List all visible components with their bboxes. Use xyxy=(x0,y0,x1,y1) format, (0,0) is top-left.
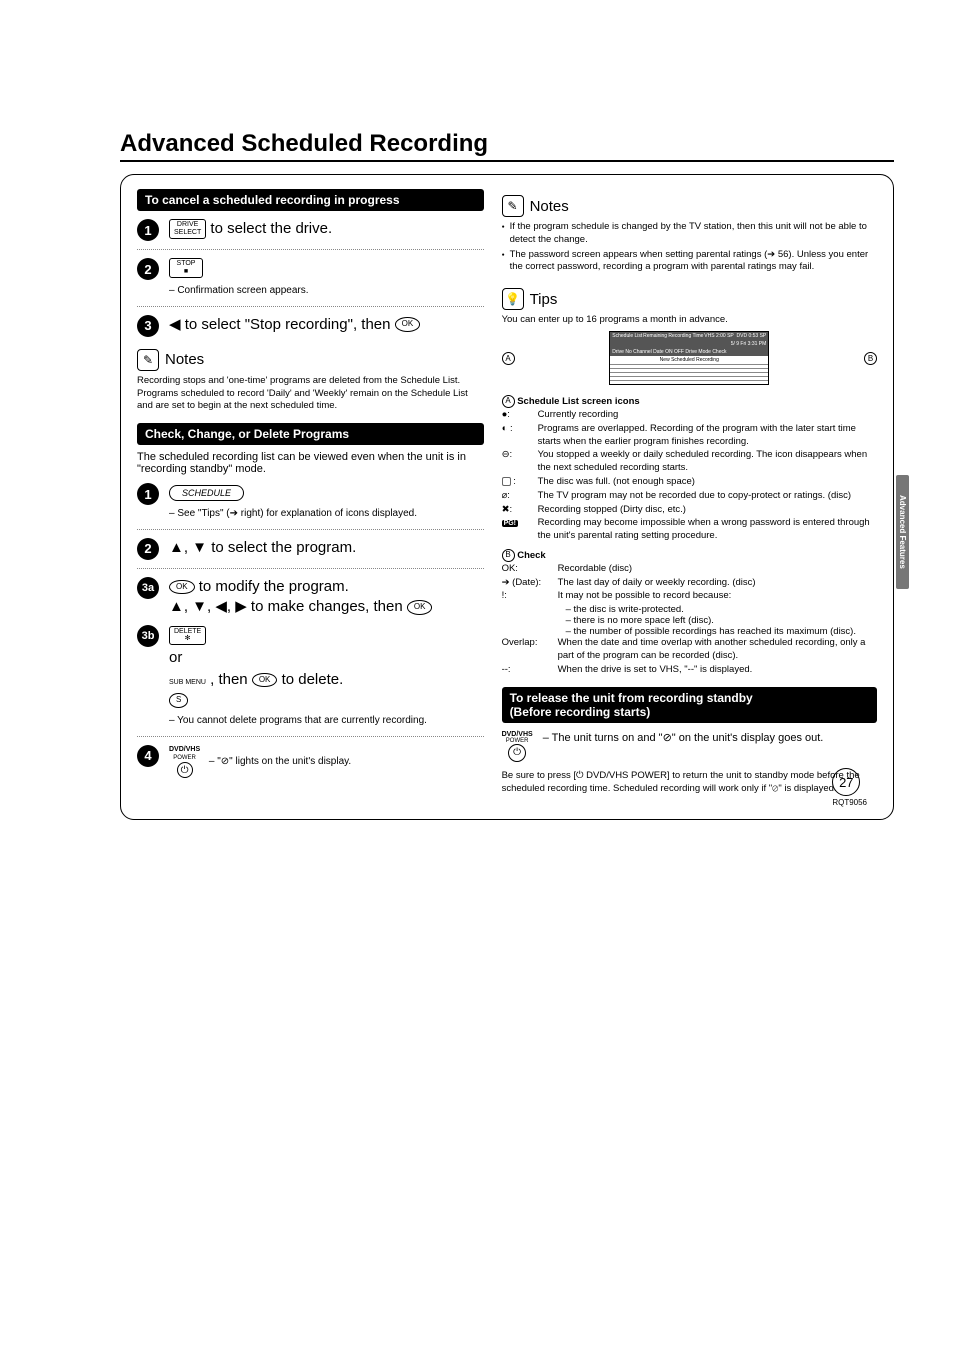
overlap-row: Overlap:When the date and time overlap w… xyxy=(502,637,877,663)
icon-row-1: ●:Currently recording xyxy=(502,409,877,422)
step-b1-sub: – See "Tips" (➔ right) for explanation o… xyxy=(169,507,484,521)
right-note-2: The password screen appears when setting… xyxy=(502,249,877,275)
submenu-label: SUB MENU xyxy=(169,679,206,686)
step-b3b: 3b DELETE✻ or SUB MENU , then OK to dele… xyxy=(137,625,484,728)
a-ref: A xyxy=(502,395,515,408)
check-row-1: OK:Recordable (disc) xyxy=(502,563,877,576)
step-b2-text: ▲, ▼ to select the program. xyxy=(169,538,484,558)
step4-text: – "⊘" lights on the unit's display. xyxy=(209,756,351,767)
icon-row-3: ⊖:You stopped a weekly or daily schedule… xyxy=(502,449,877,475)
content-frame: Advanced Features To cancel a scheduled … xyxy=(120,174,894,820)
rel-power-label-2: POWER xyxy=(506,738,529,744)
step3b-then: , then xyxy=(210,671,252,688)
right-column: ✎ Notes If the program schedule is chang… xyxy=(502,189,877,795)
letter-b: B xyxy=(864,352,877,365)
step-1: 1 DRIVESELECT to select the drive. xyxy=(137,219,484,241)
check-change-heading: Check, Change, or Delete Programs xyxy=(137,423,484,445)
icon-row-pg: PG!Recording may become impossible when … xyxy=(502,517,877,543)
page-title: Advanced Scheduled Recording xyxy=(120,130,894,162)
icon-row-2: ◐ :Programs are overlapped. Recording of… xyxy=(502,423,877,449)
notes-heading: Notes xyxy=(165,351,204,368)
rel-power-icon: ⏻ xyxy=(508,744,526,762)
step-b4: 4 DVD/VHS POWER ⏻ – "⊘" lights on the un… xyxy=(137,745,484,779)
tips-heading: Tips xyxy=(530,291,558,308)
rel-power-label-1: DVD/VHS xyxy=(502,731,533,738)
check-intro: The scheduled recording list can be view… xyxy=(137,451,484,475)
page-number: 27 xyxy=(832,768,860,796)
page-number-block: 27 RQT9056 xyxy=(832,768,867,807)
check-row-3: !:It may not be possible to record becau… xyxy=(502,590,877,603)
release-heading: To release the unit from recording stand… xyxy=(502,687,877,723)
step2-sub: – Confirmation screen appears. xyxy=(169,284,484,298)
step-b-number-2: 2 xyxy=(137,538,159,560)
b-ref: B xyxy=(502,549,515,562)
step3a-text1: to modify the program. xyxy=(199,578,349,595)
icon-row-4: :The disc was full. (not enough space) xyxy=(502,476,877,489)
schedule-button: SCHEDULE xyxy=(169,485,244,501)
step-b-number-3b: 3b xyxy=(137,625,159,647)
icon-row-6: ✖:Recording stopped (Dirty disc, etc.) xyxy=(502,504,877,517)
ok-button-1: OK xyxy=(395,317,421,332)
step-b-number-1: 1 xyxy=(137,483,159,505)
release-step: DVD/VHS POWER ⏻ – The unit turns on and … xyxy=(502,731,877,762)
dash-row: --:When the drive is set to VHS, "--" is… xyxy=(502,664,877,677)
check-heading-b: Check xyxy=(517,550,546,561)
right-note-1: If the program schedule is changed by th… xyxy=(502,221,877,247)
side-tab: Advanced Features xyxy=(896,475,909,589)
delete-button: DELETE✻ xyxy=(169,626,206,645)
step-b2: 2 ▲, ▼ to select the program. xyxy=(137,538,484,560)
release-text: – The unit turns on and "⊘" on the unit'… xyxy=(543,731,877,746)
right-notes-heading: Notes xyxy=(530,198,569,215)
power-label-1: DVD/VHS xyxy=(169,745,200,754)
release-note: Be sure to press [⏻ DVD/VHS POWER] to re… xyxy=(502,770,877,796)
check-reasons: the disc is write-protected. there is no… xyxy=(556,604,877,637)
drive-select-button: DRIVESELECT xyxy=(169,219,206,238)
ok-button-3: OK xyxy=(407,600,433,615)
check-row-2: ➔ (Date):The last day of daily or weekly… xyxy=(502,577,877,590)
step-b1: 1 SCHEDULE – See "Tips" (➔ right) for ex… xyxy=(137,483,484,521)
schedule-icons-heading: Schedule List screen icons xyxy=(517,396,640,407)
stop-button: STOP■ xyxy=(169,258,203,277)
icon-row-5: ⌀:The TV program may not be recorded due… xyxy=(502,490,877,503)
power-label-2: POWER xyxy=(173,754,196,762)
step3b-note: – You cannot delete programs that are cu… xyxy=(169,714,484,728)
right-notes-list: If the program schedule is changed by th… xyxy=(502,221,877,274)
tips-icon: 💡 xyxy=(502,288,524,310)
step-number-3: 3 xyxy=(137,315,159,337)
ok-button-2: OK xyxy=(169,580,195,595)
page-code: RQT9056 xyxy=(832,798,867,807)
cancel-heading: To cancel a scheduled recording in progr… xyxy=(137,189,484,211)
step-b-number-4: 4 xyxy=(137,745,159,767)
left-column: To cancel a scheduled recording in progr… xyxy=(137,189,484,795)
step3a-text2: ▲, ▼, ◀, ▶ to make changes, then xyxy=(169,598,407,615)
tips-intro: You can enter up to 16 programs a month … xyxy=(502,314,877,327)
s-button: S xyxy=(169,693,188,708)
step-b3a: 3a OK to modify the program. ▲, ▼, ◀, ▶ … xyxy=(137,577,484,618)
step3b-delete-text: to delete. xyxy=(282,671,344,688)
schedule-diagram: A Schedule ListRemaining Recording TimeV… xyxy=(502,327,877,389)
notes-icon-2: ✎ xyxy=(502,195,524,217)
power-icon: ⏻ xyxy=(177,762,193,778)
notes-body: Recording stops and 'one-time' programs … xyxy=(137,375,484,413)
step-2: 2 STOP■ – Confirmation screen appears. xyxy=(137,258,484,298)
step-b-number-3a: 3a xyxy=(137,577,159,599)
step-number-2: 2 xyxy=(137,258,159,280)
letter-a: A xyxy=(502,352,515,365)
ok-button-4: OK xyxy=(252,673,278,688)
or-text: or xyxy=(169,648,484,668)
step-3: 3 ◀ to select "Stop recording", then OK xyxy=(137,315,484,337)
step-number-1: 1 xyxy=(137,219,159,241)
step3-text: ◀ to select "Stop recording", then xyxy=(169,316,395,333)
step1-text: to select the drive. xyxy=(210,220,332,237)
schedule-table: Schedule ListRemaining Recording TimeVHS… xyxy=(609,331,769,385)
notes-icon: ✎ xyxy=(137,349,159,371)
